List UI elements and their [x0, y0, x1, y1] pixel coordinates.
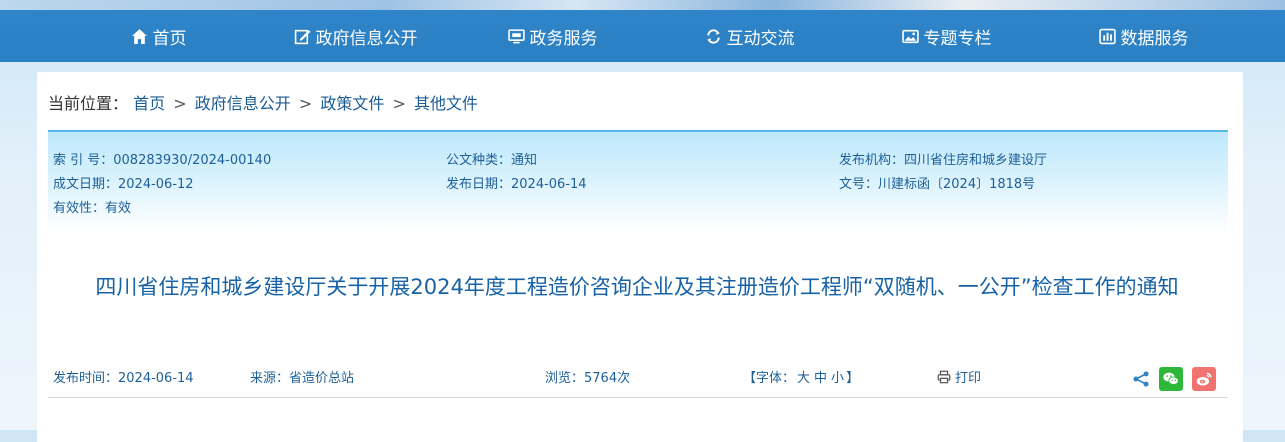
- document-meta: 索 引 号：008283930/2024-00140 公文种类：通知 发布机构：…: [48, 130, 1228, 232]
- nav-item-label: 互动交流: [726, 28, 795, 49]
- nav-item-label: 政府信息公开: [315, 28, 418, 49]
- view-count: 浏览：5764次: [545, 371, 631, 386]
- breadcrumb-gov-info[interactable]: 政府信息公开: [195, 94, 291, 113]
- monitor-icon: [507, 28, 525, 45]
- meta-doc-type: 公文种类：通知: [446, 153, 538, 168]
- breadcrumb-separator: >: [298, 94, 313, 113]
- chart-icon: [1098, 28, 1116, 45]
- header-banner: [0, 0, 1285, 10]
- nav-item-label: 数据服务: [1120, 28, 1189, 49]
- font-size-control: 【字体：大中小】: [743, 367, 859, 386]
- main-nav: 首页 政府信息公开 政务服务 互动交流 专题专栏 数据服务: [0, 10, 1285, 62]
- image-icon: [901, 28, 919, 45]
- edit-icon: [294, 28, 311, 45]
- meta-validity: 有效性：有效: [53, 201, 132, 216]
- font-medium-link[interactable]: 中: [814, 371, 827, 386]
- breadcrumb: 当前位置： 首页 > 政府信息公开 > 政策文件 > 其他文件: [48, 90, 478, 114]
- meta-index-no: 索 引 号：008283930/2024-00140: [53, 153, 272, 168]
- wechat-share-icon[interactable]: [1159, 367, 1183, 391]
- breadcrumb-separator: >: [173, 94, 187, 113]
- meta-doc-no: 文号：川建标函〔2024〕1818号: [839, 177, 1036, 192]
- font-large-link[interactable]: 大: [797, 371, 810, 386]
- nav-item-interaction[interactable]: 互动交流: [651, 10, 848, 62]
- share-icon[interactable]: [1129, 367, 1153, 391]
- font-size-prefix: 【字体：: [743, 371, 796, 386]
- publish-time: 发布时间：2024-06-14: [53, 371, 194, 386]
- article-title: 四川省住房和城乡建设厅关于开展2024年度工程造价咨询企业及其注册造价工程师“双…: [95, 275, 1179, 299]
- nav-item-data[interactable]: 数据服务: [1045, 10, 1242, 62]
- breadcrumb-other-docs[interactable]: 其他文件: [414, 94, 478, 113]
- weibo-share-icon[interactable]: [1192, 367, 1216, 391]
- breadcrumb-policy-docs[interactable]: 政策文件: [320, 94, 384, 113]
- article-info-bar: 发布时间：2024-06-14 来源：省造价总站 浏览：5764次 【字体：大中…: [48, 359, 1228, 398]
- home-icon: [131, 28, 148, 45]
- nav-item-label: 专题专栏: [923, 28, 992, 49]
- font-size-suffix: 】: [846, 371, 860, 386]
- main-content: 当前位置： 首页 > 政府信息公开 > 政策文件 > 其他文件 索 引 号：00…: [37, 72, 1243, 442]
- exchange-icon: [705, 28, 722, 45]
- breadcrumb-home[interactable]: 首页: [133, 94, 165, 113]
- printer-icon: [937, 370, 951, 383]
- meta-issuer: 发布机构：四川省住房和城乡建设厅: [839, 153, 1048, 168]
- nav-item-home[interactable]: 首页: [60, 10, 257, 62]
- font-small-link[interactable]: 小: [831, 371, 844, 386]
- print-button[interactable]: 打印: [937, 367, 981, 386]
- breadcrumb-prefix: 当前位置：: [48, 94, 129, 113]
- meta-created-date: 成文日期：2024-06-12: [53, 177, 194, 192]
- nav-item-gov-info[interactable]: 政府信息公开: [257, 10, 454, 62]
- source: 来源：省造价总站: [250, 371, 355, 386]
- breadcrumb-separator: >: [392, 94, 406, 113]
- nav-item-services[interactable]: 政务服务: [454, 10, 651, 62]
- meta-publish-date: 发布日期：2024-06-14: [446, 177, 587, 192]
- nav-item-label: 首页: [152, 28, 187, 49]
- nav-item-label: 政务服务: [529, 28, 598, 49]
- nav-item-topics[interactable]: 专题专栏: [848, 10, 1045, 62]
- print-label: 打印: [955, 371, 982, 386]
